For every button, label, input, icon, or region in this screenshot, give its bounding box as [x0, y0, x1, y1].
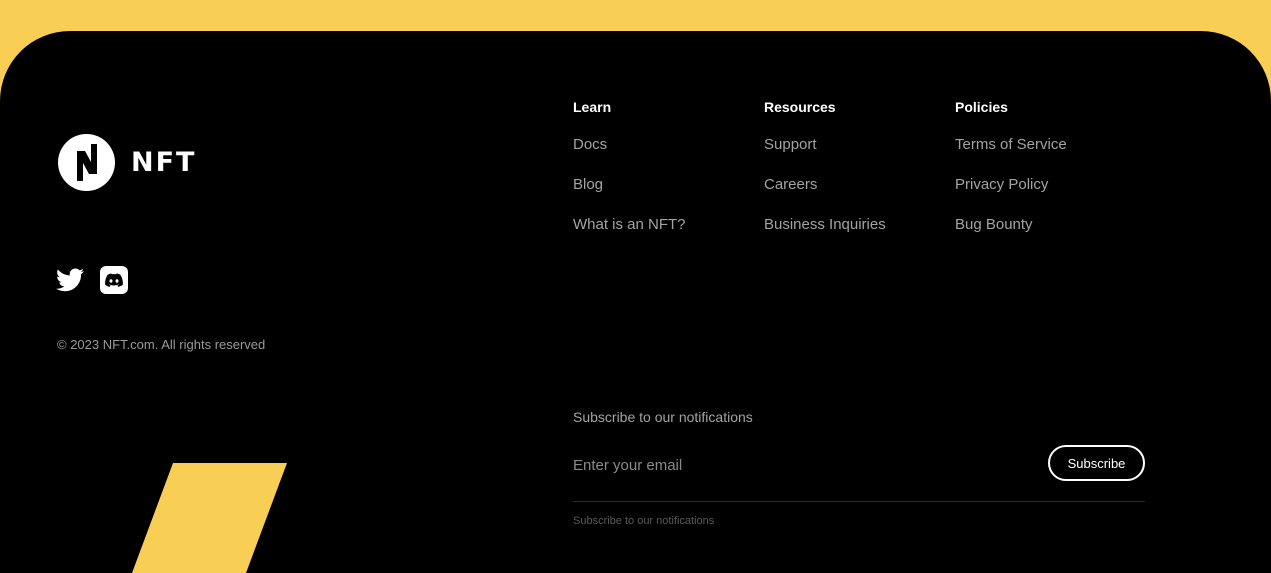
- footer-link-terms[interactable]: Terms of Service: [955, 136, 1067, 153]
- footer-link-docs[interactable]: Docs: [573, 136, 686, 153]
- footer-column-resources: Resources Support Careers Business Inqui…: [764, 99, 886, 256]
- subscribe-title: Subscribe to our notifications: [573, 409, 753, 425]
- email-field[interactable]: [573, 451, 1033, 479]
- twitter-icon[interactable]: [56, 266, 84, 294]
- footer-column-learn: Learn Docs Blog What is an NFT?: [573, 99, 686, 256]
- discord-icon[interactable]: [100, 266, 128, 294]
- footer-link-business-inquiries[interactable]: Business Inquiries: [764, 216, 886, 233]
- footer-link-what-is-nft[interactable]: What is an NFT?: [573, 216, 686, 233]
- brand-logo[interactable]: NFT: [58, 134, 196, 191]
- site-footer: NFT © 2023 NFT.com. All rights reserved …: [0, 31, 1271, 573]
- subscribe-hint: Subscribe to our notifications: [573, 515, 715, 527]
- footer-link-support[interactable]: Support: [764, 136, 886, 153]
- column-heading: Policies: [955, 99, 1008, 115]
- brand-name: NFT: [131, 147, 197, 178]
- column-heading: Resources: [764, 99, 836, 115]
- footer-link-privacy[interactable]: Privacy Policy: [955, 176, 1067, 193]
- subscribe-button[interactable]: Subscribe: [1048, 445, 1145, 481]
- nft-logo-icon: [58, 134, 115, 191]
- footer-link-blog[interactable]: Blog: [573, 176, 686, 193]
- copyright-text: © 2023 NFT.com. All rights reserved: [57, 337, 266, 352]
- footer-link-careers[interactable]: Careers: [764, 176, 886, 193]
- social-links: [56, 266, 128, 294]
- input-divider: [573, 501, 1145, 502]
- column-heading: Learn: [573, 99, 612, 115]
- footer-link-bug-bounty[interactable]: Bug Bounty: [955, 216, 1067, 233]
- footer-column-policies: Policies Terms of Service Privacy Policy…: [955, 99, 1067, 256]
